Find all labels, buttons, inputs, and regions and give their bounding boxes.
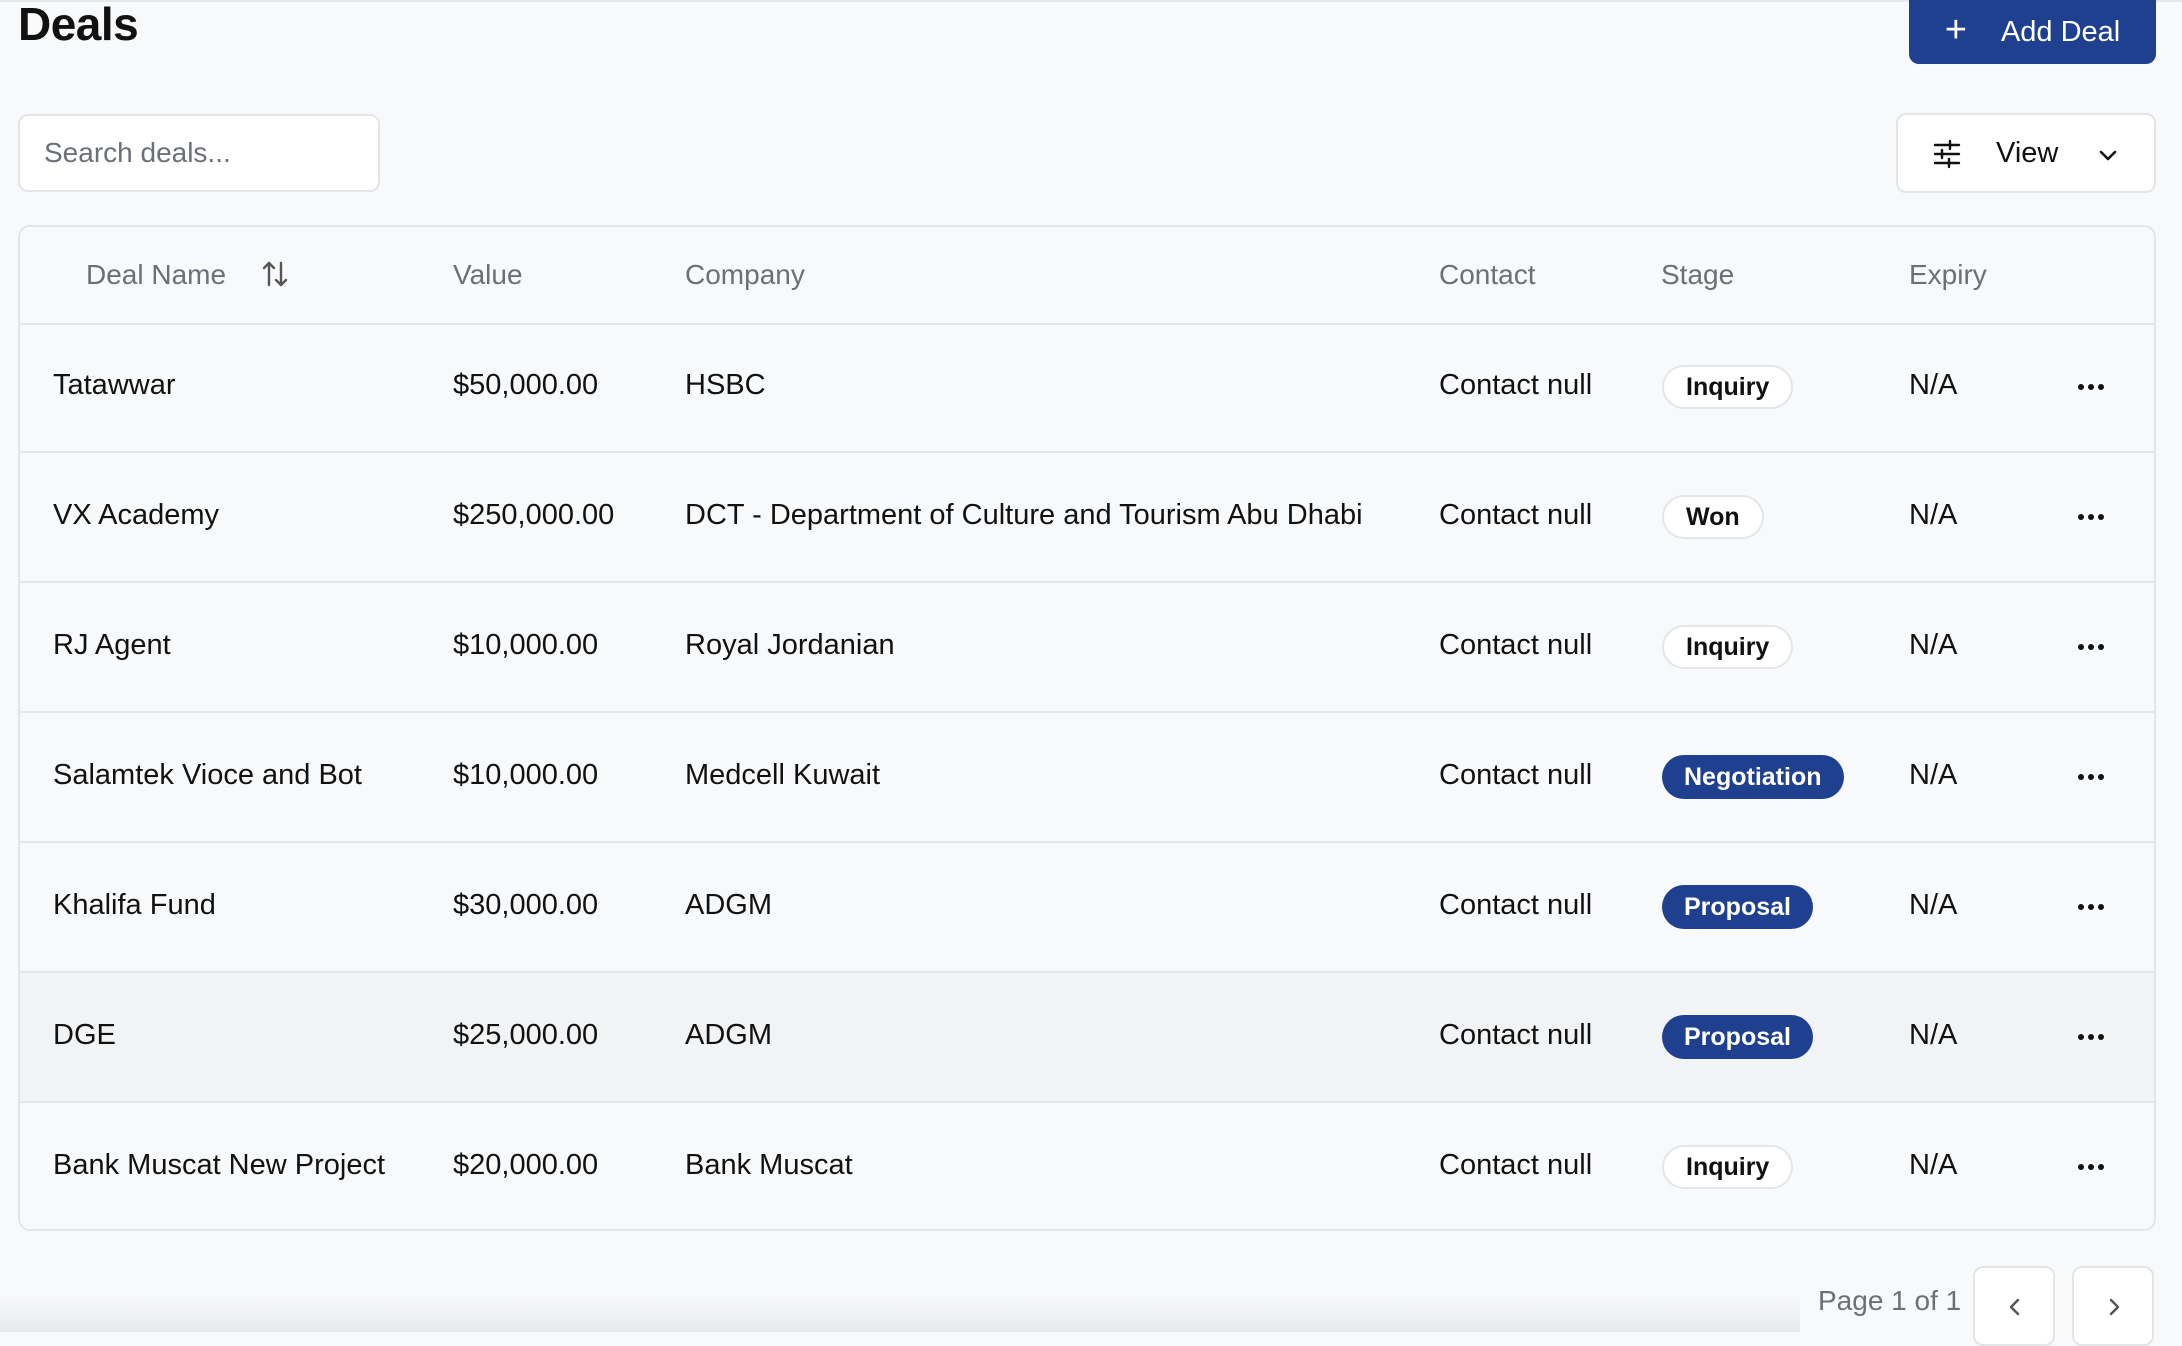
expiry-cell: N/A xyxy=(1909,499,1958,531)
column-header-contact: Contact xyxy=(1439,259,1536,290)
pagination-label: Page 1 of 1 xyxy=(1818,1285,1962,1316)
deal-name-cell[interactable]: Tatawwar xyxy=(53,369,176,402)
next-page-button[interactable] xyxy=(2072,1266,2154,1346)
company-cell: Medcell Kuwait xyxy=(685,759,881,791)
more-horizontal-icon[interactable] xyxy=(2076,637,2106,657)
table-row[interactable]: DGE $25,000.00 ADGM Contact null Proposal N/A xyxy=(20,973,2154,1103)
deal-name-cell[interactable]: RJ Agent xyxy=(53,629,171,662)
column-header-company: Company xyxy=(685,259,805,290)
deal-name-cell[interactable]: VX Academy xyxy=(53,499,219,532)
column-header-deal-name[interactable]: Deal Name xyxy=(86,259,226,291)
table-row[interactable]: Salamtek Vioce and Bot $10,000.00 Medcell … xyxy=(20,713,2154,843)
table-row[interactable]: Bank Muscat New Project $20,000.00 Bank Mu… xyxy=(20,1103,2154,1229)
stage-badge: Inquiry xyxy=(1662,625,1794,669)
more-horizontal-icon[interactable] xyxy=(2076,1027,2106,1047)
top-divider xyxy=(0,0,2182,2)
contact-cell: Contact null xyxy=(1439,499,1593,531)
add-deal-button[interactable]: + Add Deal xyxy=(1909,0,2156,64)
deal-value-cell: $50,000.00 xyxy=(453,369,599,401)
deal-value-cell: $10,000.00 xyxy=(453,629,599,661)
contact-cell: Contact null xyxy=(1439,369,1593,401)
expiry-cell: N/A xyxy=(1909,369,1958,401)
more-horizontal-icon[interactable] xyxy=(2076,507,2106,527)
more-horizontal-icon[interactable] xyxy=(2076,377,2106,397)
deal-value-cell: $10,000.00 xyxy=(453,759,599,791)
column-header-stage: Stage xyxy=(1661,259,1735,290)
deals-table: Deal Name Value Company Contact Stage Ex… xyxy=(18,225,2156,1231)
stage-badge: Proposal xyxy=(1662,1015,1813,1059)
previous-page-button[interactable] xyxy=(1973,1266,2055,1346)
expiry-cell: N/A xyxy=(1909,759,1958,791)
search-input[interactable] xyxy=(18,114,380,192)
deal-value-cell: $25,000.00 xyxy=(453,1019,599,1051)
sliders-icon xyxy=(1932,139,1962,177)
bottom-shadow xyxy=(0,1296,1800,1332)
more-horizontal-icon[interactable] xyxy=(2076,897,2106,917)
expiry-cell: N/A xyxy=(1909,629,1958,661)
sort-arrows-icon[interactable] xyxy=(260,259,290,294)
plus-icon: + xyxy=(1944,9,1967,51)
stage-badge: Inquiry xyxy=(1662,365,1794,409)
deal-name-cell[interactable]: DGE xyxy=(53,1019,116,1052)
table-row[interactable]: RJ Agent $10,000.00 Royal Jordanian Contact… xyxy=(20,583,2154,713)
deal-name-cell[interactable]: Bank Muscat New Project xyxy=(53,1149,385,1182)
table-row[interactable]: Khalifa Fund $30,000.00 ADGM Contact null Pr… xyxy=(20,843,2154,973)
chevron-down-icon xyxy=(2096,143,2120,176)
company-cell: HSBC xyxy=(685,369,766,401)
company-cell: ADGM xyxy=(685,1019,772,1051)
deal-name-cell[interactable]: Khalifa Fund xyxy=(53,889,216,922)
company-cell: DCT - Department of Culture and Tourism … xyxy=(685,499,1363,531)
expiry-cell: N/A xyxy=(1909,889,1958,921)
expiry-cell: N/A xyxy=(1909,1019,1958,1051)
stage-badge: Proposal xyxy=(1662,885,1813,929)
page-title: Deals xyxy=(18,0,139,50)
deal-value-cell: $20,000.00 xyxy=(453,1149,599,1181)
column-header-expiry: Expiry xyxy=(1909,259,1987,290)
company-cell: Royal Jordanian xyxy=(685,629,895,661)
add-deal-label: Add Deal xyxy=(2000,15,2121,48)
table-header: Deal Name Value Company Contact Stage Ex… xyxy=(20,227,2154,325)
contact-cell: Contact null xyxy=(1439,759,1593,791)
contact-cell: Contact null xyxy=(1439,1019,1593,1051)
expiry-cell: N/A xyxy=(1909,1149,1958,1181)
deal-name-cell[interactable]: Salamtek Vioce and Bot xyxy=(53,759,362,792)
deal-value-cell: $30,000.00 xyxy=(453,889,599,921)
stage-badge: Negotiation xyxy=(1662,755,1844,799)
stage-badge: Inquiry xyxy=(1662,1145,1794,1189)
company-cell: ADGM xyxy=(685,889,772,921)
table-row[interactable]: Tatawwar $50,000.00 HSBC Contact null Inquir… xyxy=(20,323,2154,453)
company-cell: Bank Muscat xyxy=(685,1149,853,1181)
contact-cell: Contact null xyxy=(1439,889,1593,921)
more-horizontal-icon[interactable] xyxy=(2076,767,2106,787)
stage-badge: Won xyxy=(1662,495,1764,539)
view-options-button[interactable]: View xyxy=(1896,113,2156,193)
table-row[interactable]: VX Academy $250,000.00 DCT - Department of… xyxy=(20,453,2154,583)
contact-cell: Contact null xyxy=(1439,629,1593,661)
view-label: View xyxy=(1996,137,2059,169)
deal-value-cell: $250,000.00 xyxy=(453,499,615,531)
more-horizontal-icon[interactable] xyxy=(2076,1157,2106,1177)
contact-cell: Contact null xyxy=(1439,1149,1593,1181)
column-header-value: Value xyxy=(453,259,523,290)
